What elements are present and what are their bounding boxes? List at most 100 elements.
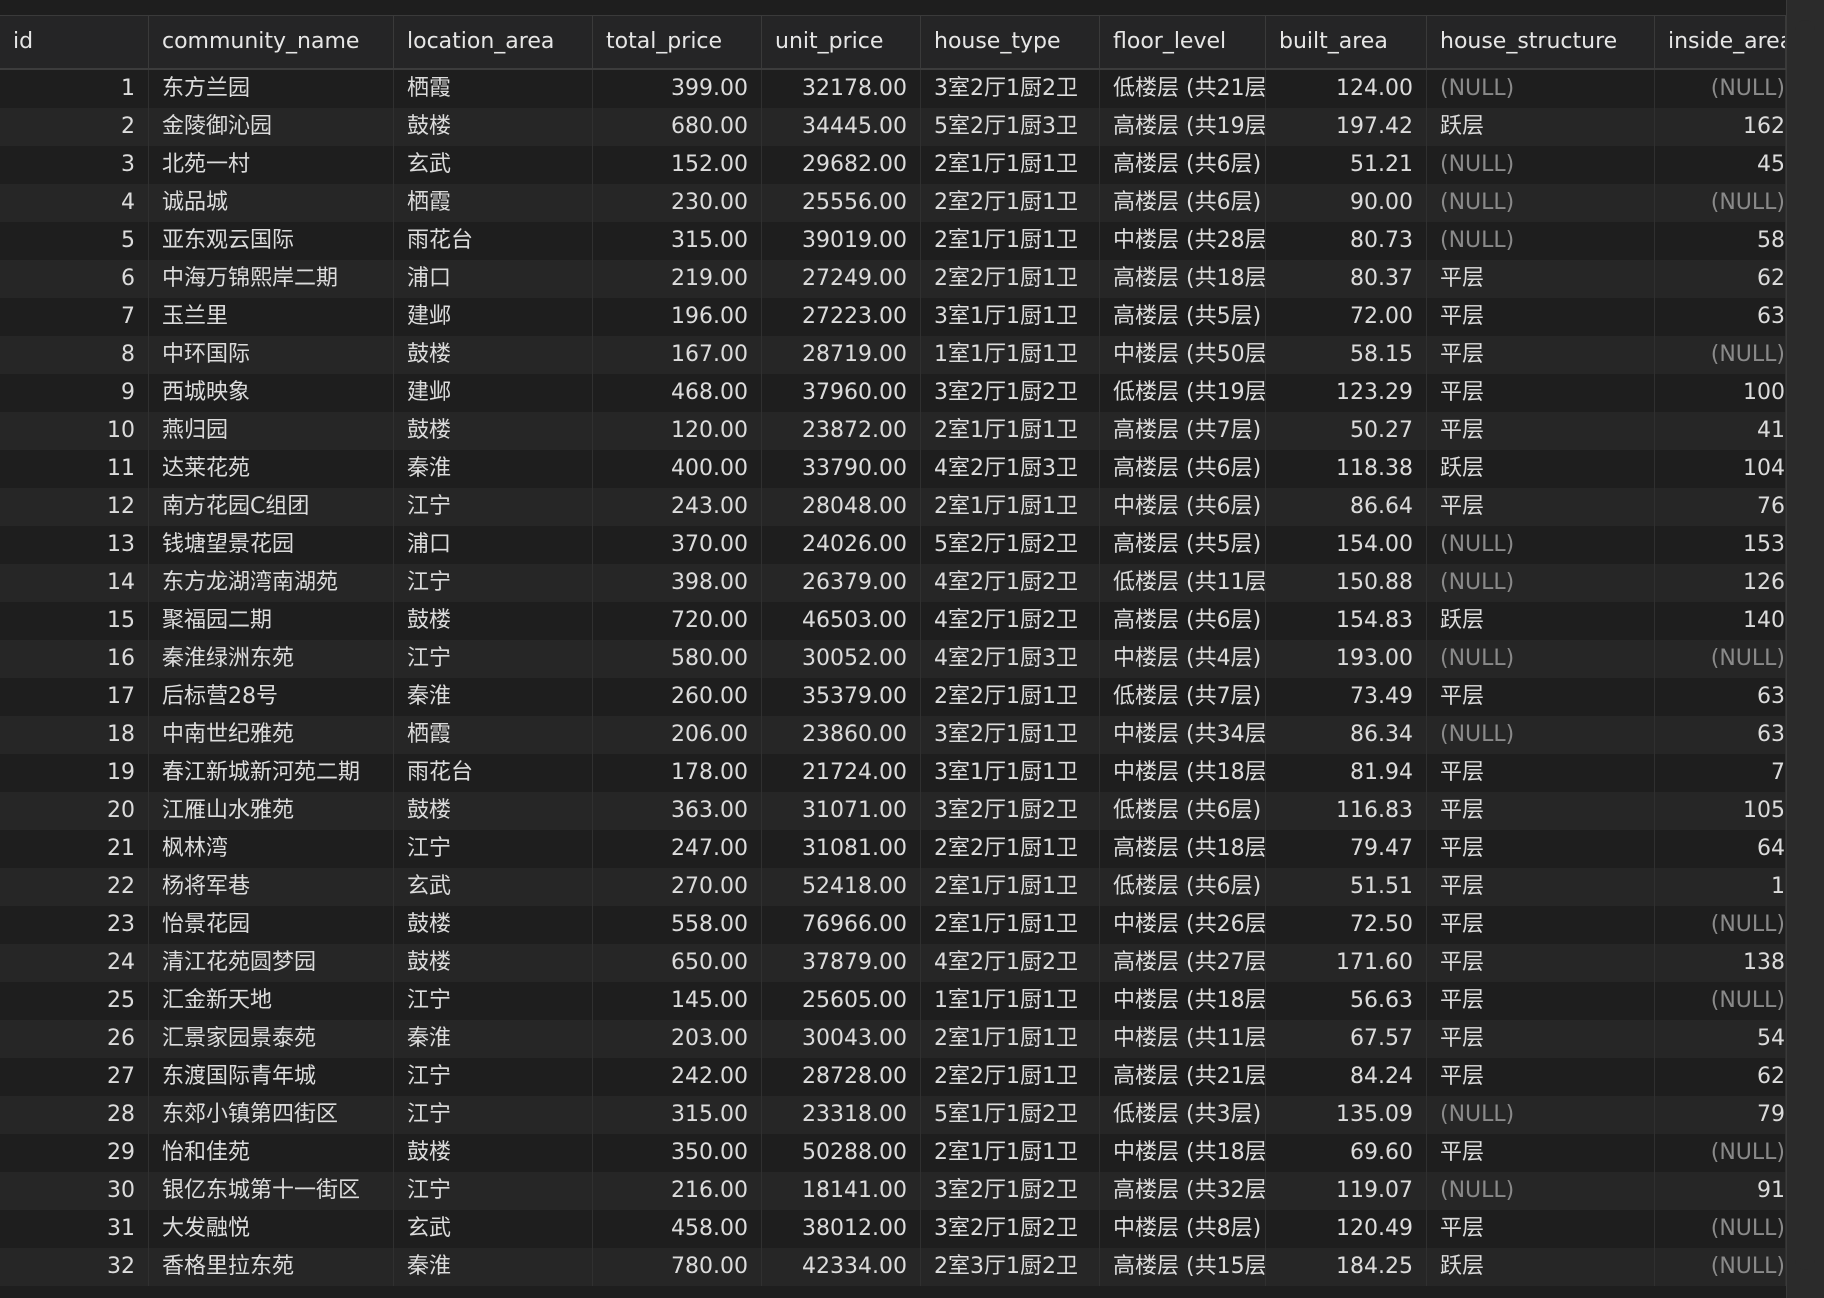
cell-location-area[interactable]: 建邺 bbox=[394, 374, 593, 412]
cell-location-area[interactable]: 鼓楼 bbox=[394, 602, 593, 640]
cell-built-area[interactable]: 86.64 bbox=[1266, 488, 1427, 526]
cell-community-name[interactable]: 秦淮绿洲东苑 bbox=[149, 640, 394, 678]
cell-location-area[interactable]: 玄武 bbox=[394, 146, 593, 184]
cell-unit-price[interactable]: 52418.00 bbox=[762, 868, 921, 906]
cell-inside-area[interactable]: 153 bbox=[1655, 526, 1786, 564]
cell-house-structure[interactable]: 平层 bbox=[1427, 1134, 1655, 1172]
cell-house-type[interactable]: 5室2厅1厨3卫 bbox=[921, 108, 1100, 146]
table-row[interactable]: 23 怡景花园 鼓楼 558.00 76966.00 2室1厅1厨1卫 中楼层 (共26层)… bbox=[0, 906, 1786, 944]
cell-total-price[interactable]: 219.00 bbox=[593, 260, 762, 298]
cell-built-area[interactable]: 154.83 bbox=[1266, 602, 1427, 640]
cell-unit-price[interactable]: 23318.00 bbox=[762, 1096, 921, 1134]
cell-location-area[interactable]: 江宁 bbox=[394, 1058, 593, 1096]
cell-unit-price[interactable]: 25556.00 bbox=[762, 184, 921, 222]
table-row[interactable]: 20 江雁山水雅苑 鼓楼 363.00 31071.00 3室2厅1厨2卫 低楼层 (共6层… bbox=[0, 792, 1786, 830]
cell-house-structure[interactable]: (NULL) bbox=[1427, 1096, 1655, 1134]
cell-total-price[interactable]: 260.00 bbox=[593, 678, 762, 716]
cell-house-structure[interactable]: 平层 bbox=[1427, 260, 1655, 298]
cell-house-type[interactable]: 3室2厅1厨2卫 bbox=[921, 70, 1100, 108]
cell-floor-level[interactable]: 低楼层 (共21层) bbox=[1100, 70, 1266, 108]
cell-floor-level[interactable]: 低楼层 (共6层) bbox=[1100, 868, 1266, 906]
cell-floor-level[interactable]: 中楼层 (共18层) bbox=[1100, 754, 1266, 792]
cell-unit-price[interactable]: 31081.00 bbox=[762, 830, 921, 868]
cell-house-structure[interactable]: 平层 bbox=[1427, 412, 1655, 450]
cell-id[interactable]: 29 bbox=[0, 1134, 149, 1172]
cell-total-price[interactable]: 400.00 bbox=[593, 450, 762, 488]
cell-unit-price[interactable]: 27249.00 bbox=[762, 260, 921, 298]
cell-house-type[interactable]: 4室2厅1厨3卫 bbox=[921, 640, 1100, 678]
cell-total-price[interactable]: 650.00 bbox=[593, 944, 762, 982]
cell-id[interactable]: 13 bbox=[0, 526, 149, 564]
cell-house-structure[interactable]: 平层 bbox=[1427, 678, 1655, 716]
cell-floor-level[interactable]: 高楼层 (共18层) bbox=[1100, 260, 1266, 298]
table-row[interactable]: 12 南方花园C组团 江宁 243.00 28048.00 2室1厅1厨1卫 中楼层 (共6… bbox=[0, 488, 1786, 526]
cell-house-structure[interactable]: 平层 bbox=[1427, 792, 1655, 830]
cell-community-name[interactable]: 中环国际 bbox=[149, 336, 394, 374]
cell-id[interactable]: 32 bbox=[0, 1248, 149, 1286]
cell-location-area[interactable]: 江宁 bbox=[394, 564, 593, 602]
cell-id[interactable]: 2 bbox=[0, 108, 149, 146]
cell-built-area[interactable]: 72.50 bbox=[1266, 906, 1427, 944]
cell-house-type[interactable]: 2室1厅1厨1卫 bbox=[921, 488, 1100, 526]
cell-inside-area[interactable]: 91 bbox=[1655, 1172, 1786, 1210]
column-header-location-area[interactable]: location_area bbox=[394, 16, 593, 68]
cell-id[interactable]: 11 bbox=[0, 450, 149, 488]
cell-built-area[interactable]: 50.27 bbox=[1266, 412, 1427, 450]
cell-floor-level[interactable]: 高楼层 (共18层) bbox=[1100, 830, 1266, 868]
cell-community-name[interactable]: 香格里拉东苑 bbox=[149, 1248, 394, 1286]
cell-house-structure[interactable]: (NULL) bbox=[1427, 146, 1655, 184]
cell-house-type[interactable]: 1室1厅1厨1卫 bbox=[921, 336, 1100, 374]
cell-unit-price[interactable]: 31071.00 bbox=[762, 792, 921, 830]
cell-built-area[interactable]: 67.57 bbox=[1266, 1020, 1427, 1058]
cell-built-area[interactable]: 51.51 bbox=[1266, 868, 1427, 906]
cell-id[interactable]: 23 bbox=[0, 906, 149, 944]
cell-total-price[interactable]: 780.00 bbox=[593, 1248, 762, 1286]
cell-total-price[interactable]: 370.00 bbox=[593, 526, 762, 564]
column-header-floor-level[interactable]: floor_level bbox=[1100, 16, 1266, 68]
cell-inside-area[interactable]: 45 bbox=[1655, 146, 1786, 184]
cell-inside-area[interactable]: (NULL) bbox=[1655, 640, 1786, 678]
cell-location-area[interactable]: 江宁 bbox=[394, 830, 593, 868]
cell-location-area[interactable]: 江宁 bbox=[394, 1096, 593, 1134]
table-row[interactable]: 15 聚福园二期 鼓楼 720.00 46503.00 4室2厅1厨2卫 高楼层 (共6层)… bbox=[0, 602, 1786, 640]
cell-location-area[interactable]: 浦口 bbox=[394, 526, 593, 564]
cell-inside-area[interactable]: 105 bbox=[1655, 792, 1786, 830]
cell-unit-price[interactable]: 46503.00 bbox=[762, 602, 921, 640]
cell-floor-level[interactable]: 中楼层 (共50层) bbox=[1100, 336, 1266, 374]
cell-floor-level[interactable]: 高楼层 (共5层) bbox=[1100, 526, 1266, 564]
cell-unit-price[interactable]: 25605.00 bbox=[762, 982, 921, 1020]
cell-built-area[interactable]: 118.38 bbox=[1266, 450, 1427, 488]
cell-inside-area[interactable]: (NULL) bbox=[1655, 184, 1786, 222]
cell-inside-area[interactable]: 63 bbox=[1655, 298, 1786, 336]
cell-location-area[interactable]: 鼓楼 bbox=[394, 906, 593, 944]
cell-inside-area[interactable]: 100 bbox=[1655, 374, 1786, 412]
cell-unit-price[interactable]: 21724.00 bbox=[762, 754, 921, 792]
cell-inside-area[interactable]: 41 bbox=[1655, 412, 1786, 450]
cell-house-type[interactable]: 4室2厅1厨2卫 bbox=[921, 602, 1100, 640]
cell-inside-area[interactable]: (NULL) bbox=[1655, 1210, 1786, 1248]
cell-house-structure[interactable]: (NULL) bbox=[1427, 526, 1655, 564]
cell-built-area[interactable]: 80.37 bbox=[1266, 260, 1427, 298]
cell-location-area[interactable]: 玄武 bbox=[394, 868, 593, 906]
cell-total-price[interactable]: 398.00 bbox=[593, 564, 762, 602]
cell-built-area[interactable]: 197.42 bbox=[1266, 108, 1427, 146]
cell-total-price[interactable]: 350.00 bbox=[593, 1134, 762, 1172]
cell-community-name[interactable]: 钱塘望景花园 bbox=[149, 526, 394, 564]
cell-community-name[interactable]: 杨将军巷 bbox=[149, 868, 394, 906]
table-row[interactable]: 2 金陵御沁园 鼓楼 680.00 34445.00 5室2厅1厨3卫 高楼层 (共19层)… bbox=[0, 108, 1786, 146]
cell-house-type[interactable]: 3室2厅1厨2卫 bbox=[921, 792, 1100, 830]
cell-unit-price[interactable]: 35379.00 bbox=[762, 678, 921, 716]
table-row[interactable]: 16 秦淮绿洲东苑 江宁 580.00 30052.00 4室2厅1厨3卫 中楼层 (共4层… bbox=[0, 640, 1786, 678]
table-row[interactable]: 4 诚品城 栖霞 230.00 25556.00 2室2厅1厨1卫 高楼层 (共6层) 90.… bbox=[0, 184, 1786, 222]
cell-id[interactable]: 28 bbox=[0, 1096, 149, 1134]
cell-house-type[interactable]: 2室1厅1厨1卫 bbox=[921, 906, 1100, 944]
cell-floor-level[interactable]: 高楼层 (共6层) bbox=[1100, 146, 1266, 184]
cell-unit-price[interactable]: 30052.00 bbox=[762, 640, 921, 678]
cell-house-type[interactable]: 2室2厅1厨1卫 bbox=[921, 184, 1100, 222]
cell-unit-price[interactable]: 34445.00 bbox=[762, 108, 921, 146]
cell-floor-level[interactable]: 高楼层 (共19层) bbox=[1100, 108, 1266, 146]
cell-total-price[interactable]: 558.00 bbox=[593, 906, 762, 944]
table-row[interactable]: 24 清江花苑圆梦园 鼓楼 650.00 37879.00 4室2厅1厨2卫 高楼层 (共2… bbox=[0, 944, 1786, 982]
column-header-community-name[interactable]: community_name bbox=[149, 16, 394, 68]
cell-unit-price[interactable]: 28728.00 bbox=[762, 1058, 921, 1096]
